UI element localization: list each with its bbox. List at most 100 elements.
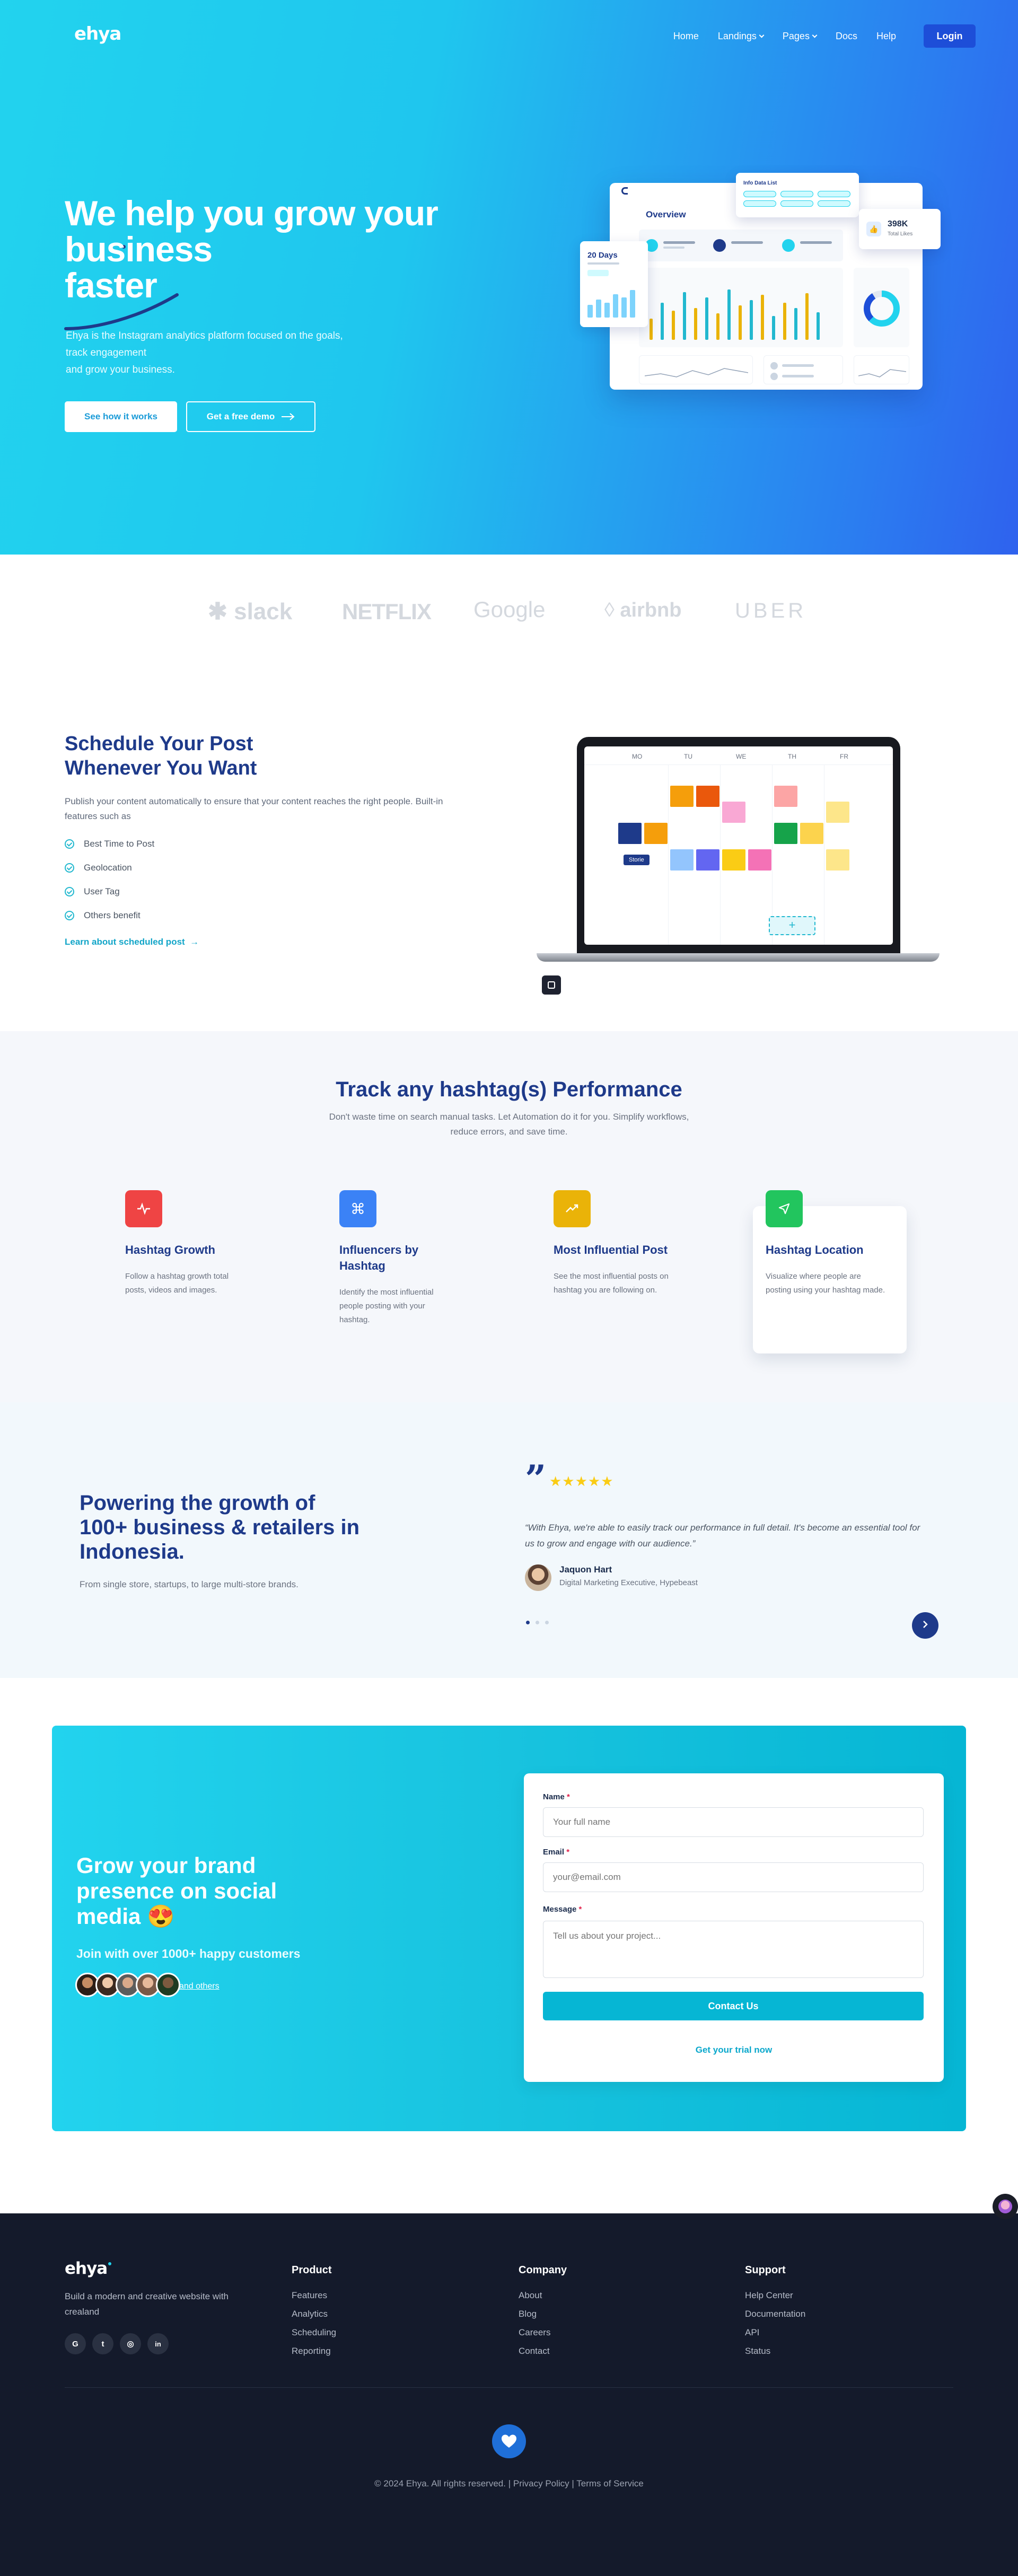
scheduled-post-thumbnail[interactable] [748, 849, 771, 871]
name-input[interactable] [543, 1807, 924, 1837]
footer-link-blog[interactable]: Blog [519, 2309, 567, 2319]
nav-help[interactable]: Help [876, 31, 896, 42]
footer-link-api[interactable]: API [745, 2327, 805, 2338]
list-panel [763, 355, 843, 384]
scheduled-post-thumbnail[interactable] [826, 802, 849, 823]
scheduled-post-thumbnail[interactable] [670, 849, 694, 871]
activity-icon [125, 1190, 162, 1227]
schedule-section: Schedule Your Post Whenever You Want Publ… [0, 668, 1018, 1031]
scheduled-post-thumbnail[interactable] [618, 823, 642, 844]
tag-pill [780, 191, 813, 197]
hero-bar [694, 308, 697, 340]
free-demo-button[interactable]: Get a free demo [186, 401, 315, 432]
next-arrow-button[interactable] [912, 1612, 938, 1639]
story-tag: Storie [624, 855, 650, 865]
and-others-link[interactable]: and others [179, 1982, 220, 1991]
twitter-icon[interactable]: t [92, 2333, 113, 2354]
scheduled-post-thumbnail[interactable] [722, 802, 745, 823]
feature-geolocation: Geolocation [65, 863, 132, 873]
scheduled-post-thumbnail[interactable] [696, 849, 719, 871]
scheduled-post-thumbnail[interactable] [644, 823, 668, 844]
summary-row [639, 230, 843, 261]
email-label: Email * [543, 1848, 570, 1857]
feature-card-hashtag-location[interactable]: Hashtag Location Visualize where people … [753, 1190, 907, 1353]
message-textarea[interactable] [543, 1921, 924, 1978]
terms-link[interactable]: Terms of Service [576, 2478, 644, 2489]
check-circle-icon [65, 887, 74, 896]
card-description: See the most influential posts on hashtag… [554, 1272, 669, 1295]
footer-link-careers[interactable]: Careers [519, 2327, 567, 2338]
contact-submit-button[interactable]: Contact Us [543, 1992, 924, 2020]
scheduled-post-thumbnail[interactable] [800, 823, 823, 844]
card-description: Visualize where people are posting using … [766, 1272, 885, 1295]
footer-link-about[interactable]: About [519, 2290, 567, 2301]
footer-link-documentation[interactable]: Documentation [745, 2309, 805, 2319]
schedule-title: Schedule Your Post Whenever You Want [65, 733, 257, 779]
carousel-dot[interactable] [545, 1621, 549, 1624]
card-description: Follow a hashtag growth total posts, vide… [125, 1272, 229, 1295]
footer-link-analytics[interactable]: Analytics [292, 2309, 336, 2319]
footer-link-help-center[interactable]: Help Center [745, 2290, 805, 2301]
chevron-down-icon [759, 32, 765, 38]
scheduled-post-thumbnail[interactable] [826, 849, 849, 871]
linkedin-icon[interactable]: in [147, 2333, 169, 2354]
learn-scheduled-link[interactable]: Learn about scheduled post → [65, 937, 199, 947]
laptop-illustration: MO TU WE TH FR Storie + [577, 737, 900, 953]
nav-docs[interactable]: Docs [836, 31, 857, 42]
login-button[interactable]: Login [924, 24, 976, 48]
hashtag-subtitle: Don't waste time on search manual tasks.… [329, 1112, 689, 1137]
hero-bar [750, 300, 753, 340]
nav-landings[interactable]: Landings [718, 31, 765, 42]
footer-link-scheduling[interactable]: Scheduling [292, 2327, 336, 2338]
netflix-logo: NETFLIX [342, 599, 432, 624]
calendar-day-we: WE [736, 753, 747, 760]
tag-pill [743, 191, 776, 197]
laptop-base [537, 953, 940, 962]
scheduled-post-thumbnail[interactable] [670, 786, 694, 807]
check-circle-icon [65, 911, 74, 920]
floating-chat-avatar[interactable] [993, 2194, 1018, 2219]
footer-link-features[interactable]: Features [292, 2290, 336, 2301]
trial-link[interactable]: Get your trial now [524, 2045, 944, 2055]
scheduled-post-thumbnail[interactable] [774, 823, 797, 844]
logo[interactable]: ehya [74, 23, 126, 249]
copyright: © 2024 Ehya. All rights reserved. | Priv… [374, 2478, 644, 2489]
author-name: Jaquon Hart [559, 1564, 612, 1575]
see-how-it-works-button[interactable]: See how it works [65, 401, 177, 432]
carousel-dot-active[interactable] [526, 1621, 530, 1624]
feature-card-influential-post[interactable]: Most Influential Post See the most influ… [546, 1190, 700, 1339]
google-icon[interactable]: G [65, 2333, 86, 2354]
footer-column-support: Support Help Center Documentation API St… [745, 2264, 805, 2364]
hero-bar [705, 297, 708, 340]
hashtag-section: Track any hashtag(s) Performance Don't w… [0, 1031, 1018, 1402]
mini-bar [587, 305, 593, 318]
footer-link-reporting[interactable]: Reporting [292, 2346, 336, 2357]
feature-card-influencers[interactable]: ⌘ Influencers by Hashtag Identify the mos… [332, 1190, 486, 1339]
scheduled-post-thumbnail[interactable] [774, 786, 797, 807]
slack-logo: ✱ slack [208, 599, 293, 625]
footer-link-contact[interactable]: Contact [519, 2346, 567, 2357]
footer-logo[interactable]: ehya [65, 2259, 112, 2278]
card-description: Identify the most influential people post… [339, 1288, 434, 1324]
calendar-day-tu: TU [684, 753, 692, 760]
feature-user-tag: User Tag [65, 886, 120, 897]
hero-bar [727, 289, 731, 340]
add-post-button[interactable]: + [769, 916, 815, 935]
instagram-icon[interactable]: ◎ [120, 2333, 141, 2354]
scheduled-post-thumbnail[interactable] [696, 786, 719, 807]
card-title: Hashtag Location [766, 1243, 864, 1256]
contact-banner: Grow your brand presence on social media 😍… [52, 1726, 966, 2131]
tag-pill [743, 200, 776, 207]
calendar-day-fr: FR [840, 753, 848, 760]
footer-link-status[interactable]: Status [745, 2346, 805, 2357]
email-input[interactable] [543, 1862, 924, 1892]
privacy-link[interactable]: Privacy Policy [513, 2478, 569, 2489]
nav-pages[interactable]: Pages [783, 31, 818, 42]
carousel-dot[interactable] [536, 1621, 539, 1624]
hero-title: We help you grow your business faster [65, 194, 438, 305]
nav-home[interactable]: Home [673, 31, 699, 42]
card-title: Influencers by Hashtag [339, 1243, 419, 1272]
feature-card-hashtag-growth[interactable]: Hashtag Growth Follow a hashtag growth t… [118, 1190, 271, 1339]
testimonial-section: Powering the growth of 100+ business & re… [0, 1402, 1018, 1678]
scheduled-post-thumbnail[interactable] [722, 849, 745, 871]
